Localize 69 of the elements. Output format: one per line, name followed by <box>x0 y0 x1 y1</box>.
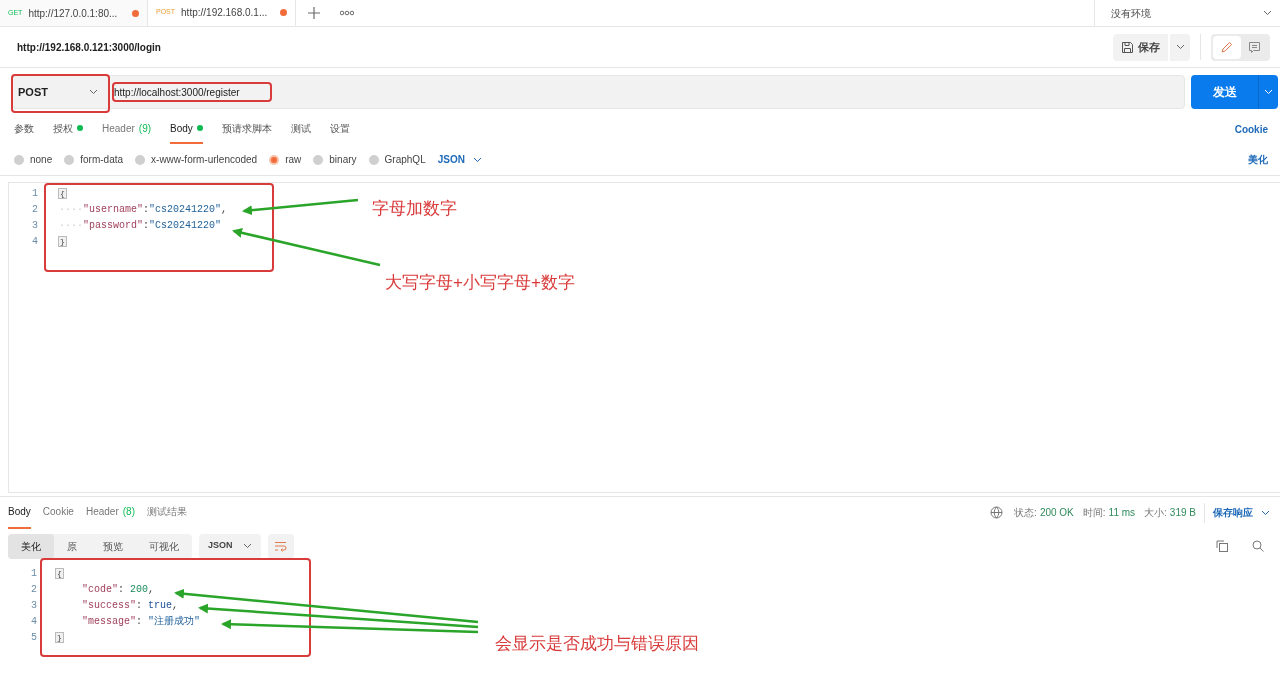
request-option-tab[interactable]: 预请求脚本 <box>221 114 272 144</box>
response-format-dropdown[interactable]: JSON <box>199 533 261 559</box>
chevron-down-icon <box>1263 10 1272 16</box>
request-option-tab[interactable]: 参数 <box>14 114 34 144</box>
code-line: "message": "注册成功" <box>82 614 201 629</box>
annotation-note: 会显示是否成功与错误原因 <box>495 633 699 655</box>
request-option-tab[interactable]: 测试 <box>290 114 311 144</box>
response-stat: 状态: 200 OK <box>1014 506 1074 520</box>
body-type-radio[interactable]: GraphQL <box>368 152 426 167</box>
chevron-down-icon <box>1175 44 1185 50</box>
body-type-radio[interactable]: binary <box>313 152 357 167</box>
request-name: http://192.168.0.121:3000/login <box>17 40 161 55</box>
wrap-lines-button[interactable] <box>267 533 294 559</box>
line-number: 4 <box>30 614 38 629</box>
line-number: 3 <box>30 598 38 613</box>
code-line: "code": 200, <box>82 582 155 597</box>
view-mode-option[interactable]: 预览 <box>90 533 136 559</box>
globe-icon[interactable] <box>990 506 1004 519</box>
line-number: 2 <box>30 582 38 597</box>
line-number: 3 <box>31 218 39 233</box>
save-response-dropdown[interactable]: 保存响应 <box>1213 505 1270 520</box>
pencil-icon <box>1220 40 1234 54</box>
response-tab[interactable]: 测试结果 <box>147 496 187 529</box>
line-number: 4 <box>31 234 39 249</box>
request-option-tab[interactable]: 设置 <box>329 114 350 144</box>
request-option-tab[interactable]: Header (9) <box>102 114 152 144</box>
request-option-tab[interactable]: 授权 <box>53 114 83 144</box>
wrap-lines-icon <box>274 540 287 552</box>
more-icon[interactable] <box>340 10 354 16</box>
cookies-link[interactable]: Cookie <box>1234 121 1268 137</box>
body-type-radio[interactable]: raw <box>269 152 302 167</box>
response-stat: 时间: 11 ms <box>1082 506 1136 520</box>
environment-dropdown[interactable]: 没有环境 <box>1094 0 1280 26</box>
response-tab[interactable]: Cookie <box>42 496 74 529</box>
view-mode-option[interactable]: 原 <box>54 533 90 559</box>
line-number: 1 <box>31 186 39 201</box>
chevron-down-icon <box>472 156 482 163</box>
code-line: ····"username":"cs20241220", <box>59 202 228 217</box>
line-number: 2 <box>31 202 39 217</box>
annotation-note: 字母加数字 <box>372 198 457 220</box>
send-button[interactable]: 发送 <box>1191 75 1258 109</box>
request-option-tab[interactable]: Body <box>170 114 203 144</box>
search-icon[interactable] <box>1252 540 1264 552</box>
chevron-down-icon <box>1264 89 1273 95</box>
view-mode-option[interactable]: 可视化 <box>136 533 192 559</box>
edit-mode-button[interactable] <box>1213 35 1241 59</box>
response-tab[interactable]: Body <box>8 496 31 529</box>
plus-icon[interactable] <box>308 7 320 19</box>
body-type-radio[interactable]: none <box>14 152 53 167</box>
send-options-button[interactable] <box>1258 75 1278 109</box>
copy-icon[interactable] <box>1216 540 1228 552</box>
line-number: 1 <box>30 566 38 581</box>
body-type-radio[interactable]: x-www-form-urlencoded <box>135 152 258 167</box>
code-line: "success": true, <box>82 598 179 613</box>
format-dropdown[interactable]: JSON <box>437 152 482 167</box>
chevron-down-icon <box>242 543 252 549</box>
save-button[interactable]: 保存 <box>1113 33 1168 61</box>
view-mode-selector[interactable]: 美化 原 预览 可视化 <box>8 533 192 559</box>
code-line: ····"password":"Cs20241220" <box>59 218 222 233</box>
comment-icon <box>1247 40 1261 54</box>
annotation-note: 大写字母+小写字母+数字 <box>385 272 575 294</box>
beautify-link[interactable]: 美化 <box>1248 152 1268 167</box>
line-number: 5 <box>30 630 38 645</box>
view-mode-option[interactable]: 美化 <box>8 533 54 559</box>
view-toggle[interactable] <box>1211 33 1270 61</box>
response-tab[interactable]: Header (8) <box>85 496 135 529</box>
chevron-down-icon <box>1261 509 1270 516</box>
body-type-radio[interactable]: form-data <box>64 152 124 167</box>
response-stat: 大小: 319 B <box>1144 506 1196 520</box>
